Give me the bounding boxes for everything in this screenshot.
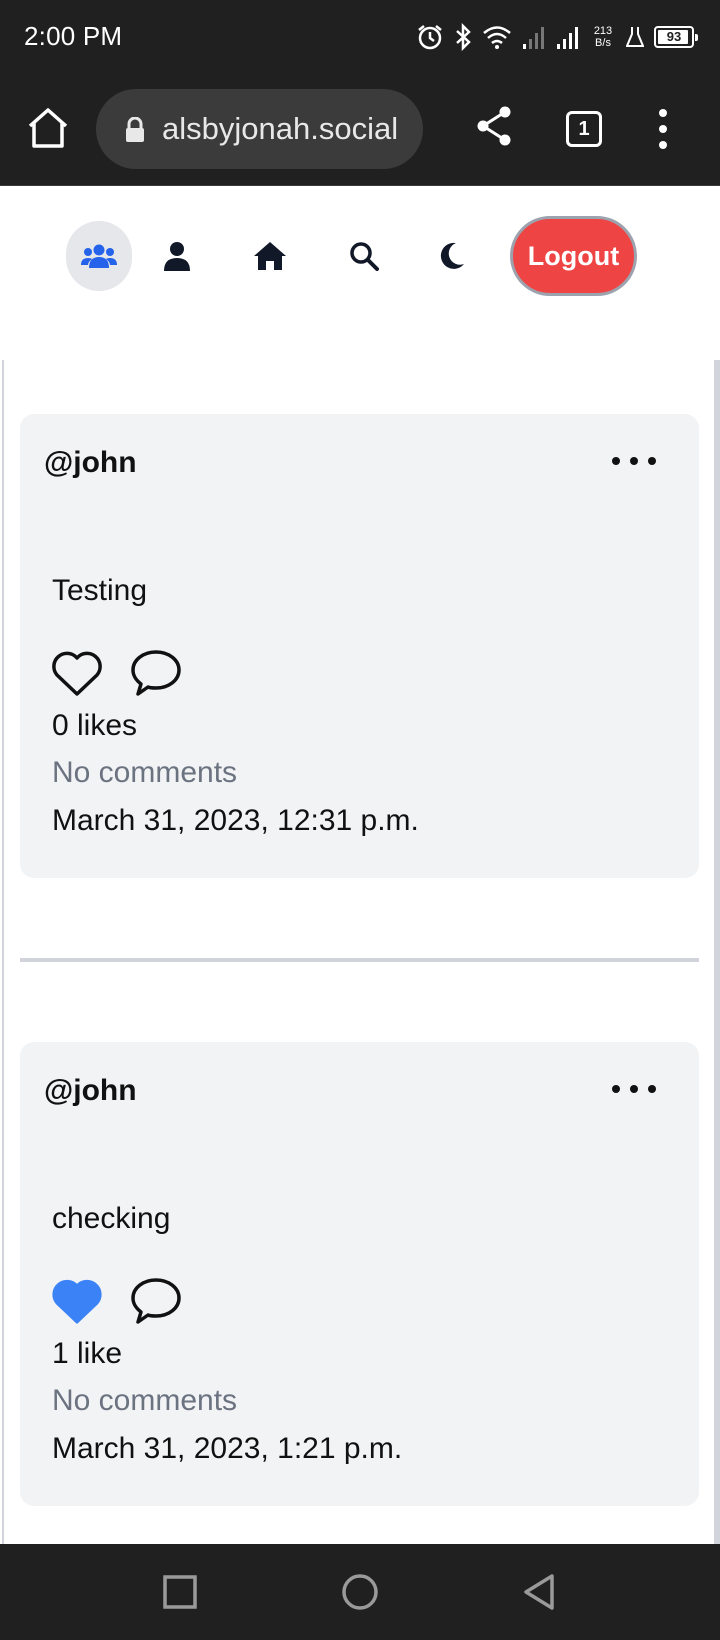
comments-link[interactable]: No comments (52, 756, 237, 790)
post-card: @john Testing 0 likes No comments March … (20, 414, 699, 878)
bluetooth-icon (456, 23, 471, 51)
nav-search-button[interactable] (342, 221, 386, 291)
user-icon (164, 242, 190, 271)
heart-filled-icon[interactable] (50, 1276, 104, 1326)
moon-icon (440, 242, 464, 269)
lock-icon (126, 117, 144, 142)
wifi-icon (483, 26, 511, 49)
status-icons: 213 B/s 93 (416, 20, 698, 54)
home-icon (254, 242, 286, 270)
post-date: March 31, 2023, 12:31 p.m. (52, 804, 419, 837)
signal-1-icon (523, 27, 544, 49)
system-nav-bar (0, 1544, 720, 1640)
signal-2-icon (557, 27, 578, 49)
comments-link[interactable]: No comments (52, 1384, 237, 1418)
browser-toolbar: alsbyjonah.social 1 (0, 74, 720, 186)
post-body: Testing (52, 574, 148, 607)
search-icon (350, 242, 379, 271)
web-page: Logout @john Testing 0 likes No comments… (0, 187, 720, 1544)
users-icon (81, 244, 117, 268)
nav-profile-button[interactable] (155, 221, 199, 291)
top-nav: Logout (0, 187, 720, 362)
battery-icon: 93 (654, 26, 698, 48)
battery-level: 93 (666, 29, 682, 44)
flask-icon (626, 27, 644, 47)
alarm-icon (418, 25, 442, 50)
overflow-menu-icon[interactable] (652, 107, 674, 151)
status-bar: 2:00 PM 213 B/s 93 (0, 0, 720, 74)
url-text: alsbyjonah.social (162, 111, 399, 146)
comment-icon[interactable] (129, 1276, 183, 1326)
post-date: March 31, 2023, 1:21 p.m. (52, 1432, 403, 1465)
nav-users-button[interactable] (66, 221, 132, 291)
likes-count: 0 likes (52, 709, 138, 742)
likes-count: 1 like (52, 1337, 123, 1370)
recents-icon[interactable] (158, 1570, 202, 1614)
heart-outline-icon[interactable] (50, 648, 104, 698)
post-body: checking (52, 1202, 171, 1235)
back-icon[interactable] (518, 1570, 562, 1614)
nav-theme-toggle[interactable] (430, 221, 474, 291)
comment-icon[interactable] (129, 648, 183, 698)
net-speed: 213 B/s (593, 25, 613, 49)
share-icon[interactable] (474, 104, 514, 148)
post-author[interactable]: @john (44, 1074, 137, 1108)
post-options-button[interactable] (612, 1074, 656, 1104)
logout-button[interactable]: Logout (510, 216, 637, 296)
post-author[interactable]: @john (44, 446, 137, 480)
status-time: 2:00 PM (24, 21, 123, 51)
post-card: @john checking 1 like No comments March … (20, 1042, 699, 1506)
browser-home-icon[interactable] (24, 104, 72, 152)
system-home-icon[interactable] (338, 1570, 382, 1614)
nav-home-button[interactable] (248, 221, 292, 291)
tab-switcher-button[interactable]: 1 (566, 111, 602, 147)
post-divider (20, 958, 699, 962)
address-bar[interactable]: alsbyjonah.social (96, 89, 423, 169)
post-options-button[interactable] (612, 446, 656, 476)
